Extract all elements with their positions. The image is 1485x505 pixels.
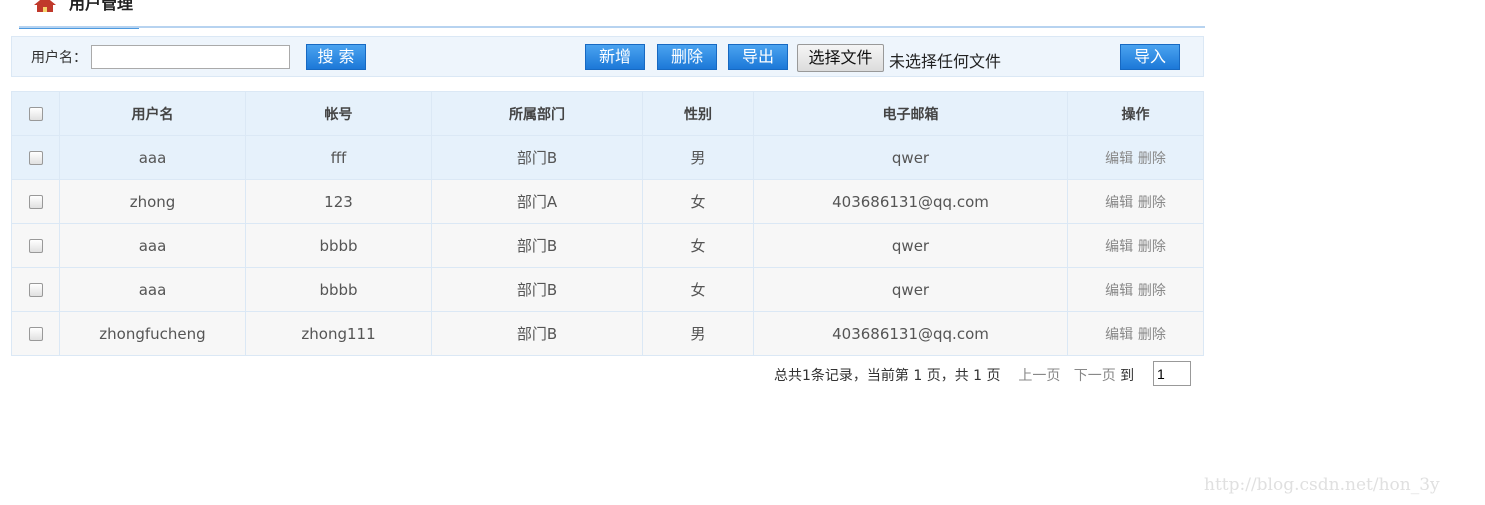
pagination-summary: 总共1条记录，当前第 1 页，共 1 页 [774, 368, 1001, 384]
cell-department: 部门B [431, 267, 643, 312]
cell-email: 403686131@qq.com [753, 311, 1068, 356]
cell-department: 部门B [431, 223, 643, 268]
delete-link[interactable]: 删除 [1138, 151, 1166, 167]
cell-account: zhong111 [245, 311, 432, 356]
cell-username: aaa [59, 135, 246, 180]
import-button[interactable]: 导入 [1120, 44, 1180, 70]
watermark: http://blog.csdn.net/hon_3y [1204, 475, 1440, 495]
add-button[interactable]: 新增 [585, 44, 645, 70]
next-page-link[interactable]: 下一页 [1074, 368, 1116, 384]
table-row[interactable]: aaa fff 部门B 男 qwer 编辑 删除 [11, 135, 1204, 180]
cell-department: 部门A [431, 179, 643, 224]
row-select-cell [11, 267, 60, 312]
header-tab-underline [19, 0, 139, 29]
cell-account: bbbb [245, 223, 432, 268]
cell-account: 123 [245, 179, 432, 224]
delete-link[interactable]: 删除 [1138, 239, 1166, 255]
table-row[interactable]: aaa bbbb 部门B 女 qwer 编辑 删除 [11, 223, 1204, 268]
delete-link[interactable]: 删除 [1138, 195, 1166, 211]
cell-email: qwer [753, 135, 1068, 180]
row-checkbox[interactable] [28, 151, 43, 165]
cell-department: 部门B [431, 311, 643, 356]
delete-link[interactable]: 删除 [1138, 283, 1166, 299]
edit-link[interactable]: 编辑 [1105, 327, 1133, 343]
edit-link[interactable]: 编辑 [1105, 151, 1133, 167]
cell-email: qwer [753, 223, 1068, 268]
pagination: 总共1条记录，当前第 1 页，共 1 页 上一页 下一页 到 [774, 365, 1134, 385]
column-header-department[interactable]: 所属部门 [431, 91, 643, 136]
delete-link[interactable]: 删除 [1138, 327, 1166, 343]
edit-link[interactable]: 编辑 [1105, 283, 1133, 299]
cell-actions: 编辑 删除 [1067, 223, 1204, 268]
column-header-email[interactable]: 电子邮箱 [753, 91, 1068, 136]
edit-link[interactable]: 编辑 [1105, 195, 1133, 211]
row-checkbox[interactable] [28, 283, 43, 297]
file-status-text: 未选择任何文件 [889, 52, 1002, 71]
row-select-cell [11, 179, 60, 224]
prev-page-link[interactable]: 上一页 [1018, 368, 1060, 384]
cell-actions: 编辑 删除 [1067, 267, 1204, 312]
username-label: 用户名： [31, 50, 87, 66]
choose-file-button[interactable]: 选择文件 [797, 44, 884, 72]
cell-gender: 女 [642, 179, 754, 224]
cell-account: bbbb [245, 267, 432, 312]
column-header-account[interactable]: 帐号 [245, 91, 432, 136]
edit-link[interactable]: 编辑 [1105, 239, 1133, 255]
page-number-input[interactable] [1153, 361, 1191, 386]
row-checkbox[interactable] [28, 239, 43, 253]
cell-username: aaa [59, 267, 246, 312]
row-select-cell [11, 311, 60, 356]
cell-gender: 女 [642, 223, 754, 268]
cell-actions: 编辑 删除 [1067, 311, 1204, 356]
export-button[interactable]: 导出 [728, 44, 788, 70]
username-search-input[interactable] [91, 45, 290, 69]
column-header-gender[interactable]: 性别 [642, 91, 754, 136]
header-divider [19, 26, 1205, 28]
select-all-checkbox[interactable] [28, 106, 43, 121]
user-table: 用户名 帐号 所属部门 性别 电子邮箱 操作 aaa fff 部门B 男 qwe… [11, 91, 1204, 356]
search-button[interactable]: 搜 索 [306, 44, 366, 70]
table-row[interactable]: zhongfucheng zhong111 部门B 男 403686131@qq… [11, 311, 1204, 356]
cell-department: 部门B [431, 135, 643, 180]
table-header-row: 用户名 帐号 所属部门 性别 电子邮箱 操作 [11, 91, 1204, 136]
delete-button[interactable]: 删除 [657, 44, 717, 70]
cell-gender: 男 [642, 135, 754, 180]
cell-account: fff [245, 135, 432, 180]
row-select-cell [11, 223, 60, 268]
cell-username: zhong [59, 179, 246, 224]
column-header-username[interactable]: 用户名 [59, 91, 246, 136]
cell-username: zhongfucheng [59, 311, 246, 356]
row-select-cell [11, 135, 60, 180]
cell-username: aaa [59, 223, 246, 268]
select-all-cell [11, 91, 60, 136]
table-row[interactable]: aaa bbbb 部门B 女 qwer 编辑 删除 [11, 267, 1204, 312]
goto-label: 到 [1120, 368, 1135, 384]
table-row[interactable]: zhong 123 部门A 女 403686131@qq.com 编辑 删除 [11, 179, 1204, 224]
cell-gender: 女 [642, 267, 754, 312]
cell-email: 403686131@qq.com [753, 179, 1068, 224]
row-checkbox[interactable] [28, 327, 43, 341]
cell-actions: 编辑 删除 [1067, 135, 1204, 180]
cell-actions: 编辑 删除 [1067, 179, 1204, 224]
cell-email: qwer [753, 267, 1068, 312]
column-header-actions: 操作 [1067, 91, 1204, 136]
row-checkbox[interactable] [28, 195, 43, 209]
cell-gender: 男 [642, 311, 754, 356]
